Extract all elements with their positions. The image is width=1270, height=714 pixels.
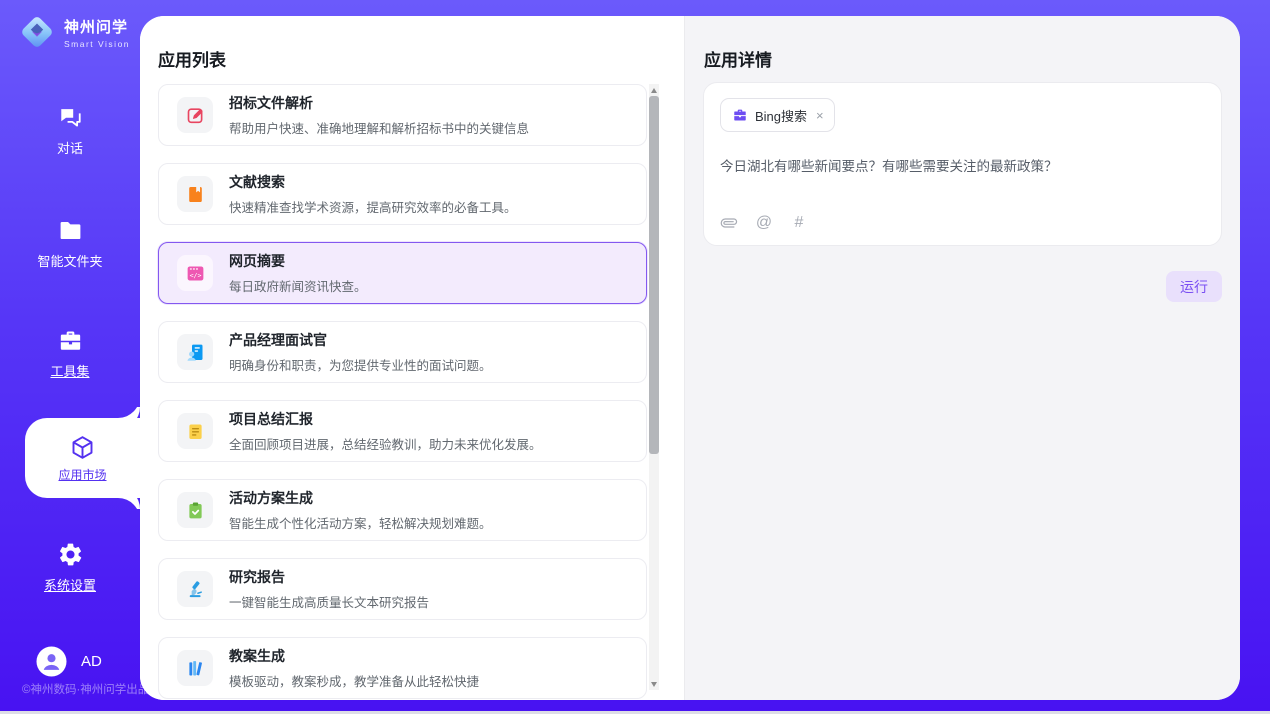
sidebar-item-label: 工具集 (50, 361, 89, 380)
scrollbar-track[interactable] (649, 84, 659, 690)
copyright-footer: ©神州数码·神州问学出品 (22, 681, 149, 697)
at-icon[interactable]: @ (755, 214, 773, 232)
cube-icon (69, 434, 96, 461)
user-avatar-icon (36, 646, 67, 677)
app-card-name: 研究报告 (229, 567, 429, 587)
app-card-desc: 一键智能生成高质量长文本研究报告 (229, 592, 429, 611)
sidebar-item-label: 智能文件夹 (37, 251, 102, 270)
app-card[interactable]: 教案生成 模板驱动，教案秒成，教学准备从此轻松快捷 (158, 637, 647, 699)
svg-text:</>: </> (189, 271, 201, 279)
app-card-desc: 明确身份和职责，为您提供专业性的面试问题。 (229, 355, 492, 374)
app-card-name: 文献搜索 (229, 172, 517, 192)
app-list: 招标文件解析 帮助用户快速、准确地理解和解析招标书中的关键信息 文献搜索 快速精… (158, 84, 647, 700)
app-card[interactable]: 文献搜索 快速精准查找学术资源，提高研究效率的必备工具。 (158, 163, 647, 225)
sidebar: 神州问学 Smart Vision 对话 智能文件夹 工具集 应用市场 系统设置… (0, 0, 140, 714)
brand-logo: 神州问学 Smart Vision (18, 13, 130, 51)
prompt-card: Bing搜索 × 今日湖北有哪些新闻要点？有哪些需要关注的最新政策？ @# (703, 82, 1222, 246)
briefcase-icon (732, 107, 748, 123)
app-card[interactable]: 产品经理面试官 明确身份和职责，为您提供专业性的面试问题。 (158, 321, 647, 383)
toolbox-icon (57, 327, 84, 354)
app-card-desc: 每日政府新闻资讯快查。 (229, 276, 367, 295)
clipboard-check-icon (177, 492, 213, 528)
app-detail-title: 应用详情 (704, 46, 772, 71)
scroll-up-arrow-icon[interactable] (649, 84, 659, 96)
pen-square-icon (177, 97, 213, 133)
app-detail-pane: 应用详情 Bing搜索 × 今日湖北有哪些新闻要点？有哪些需要关注的最新政策？ … (684, 16, 1240, 700)
microscope-icon (177, 571, 213, 607)
app-card-desc: 帮助用户快速、准确地理解和解析招标书中的关键信息 (229, 118, 529, 137)
sidebar-item-folder[interactable]: 智能文件夹 (0, 217, 140, 270)
tool-tag-bing-search[interactable]: Bing搜索 × (720, 98, 835, 132)
app-card-name: 项目总结汇报 (229, 409, 542, 429)
sidebar-item-label: 系统设置 (44, 575, 96, 594)
gear-icon (57, 541, 84, 568)
sidebar-item-gear[interactable]: 系统设置 (0, 541, 140, 594)
brand-tagline: Smart Vision (64, 39, 130, 49)
app-card-name: 产品经理面试官 (229, 330, 492, 350)
scrollbar-thumb[interactable] (649, 96, 659, 454)
app-card-name: 教案生成 (229, 646, 479, 666)
app-card-name: 活动方案生成 (229, 488, 492, 508)
app-card[interactable]: </> 网页摘要 每日政府新闻资讯快查。 (158, 242, 647, 304)
book-icon (177, 176, 213, 212)
scroll-down-arrow-icon[interactable] (649, 678, 659, 690)
app-list-pane: 应用列表 招标文件解析 帮助用户快速、准确地理解和解析招标书中的关键信息 文献搜… (140, 16, 684, 700)
sidebar-item-chat[interactable]: 对话 (0, 104, 140, 157)
app-card[interactable]: 活动方案生成 智能生成个性化活动方案，轻松解决规划难题。 (158, 479, 647, 541)
tag-close-icon[interactable]: × (816, 109, 824, 122)
folder-icon (57, 217, 84, 244)
sidebar-item-cube[interactable]: 应用市场 (25, 418, 140, 498)
app-card-desc: 智能生成个性化活动方案，轻松解决规划难题。 (229, 513, 492, 532)
main-content: 应用列表 招标文件解析 帮助用户快速、准确地理解和解析招标书中的关键信息 文献搜… (140, 16, 1240, 700)
books-icon (177, 650, 213, 686)
gem-logo-icon (18, 13, 56, 51)
app-card[interactable]: 招标文件解析 帮助用户快速、准确地理解和解析招标书中的关键信息 (158, 84, 647, 146)
run-button[interactable]: 运行 (1166, 271, 1222, 302)
app-card[interactable]: 研究报告 一键智能生成高质量长文本研究报告 (158, 558, 647, 620)
note-icon (177, 413, 213, 449)
sidebar-item-label: 应用市场 (58, 466, 106, 483)
browser-code-icon: </> (177, 255, 213, 291)
prompt-input[interactable]: 今日湖北有哪些新闻要点？有哪些需要关注的最新政策？ (720, 157, 1205, 177)
paperclip-icon[interactable] (720, 214, 738, 232)
chat-icon (57, 104, 84, 131)
sidebar-item-label: 对话 (57, 138, 83, 157)
app-card-desc: 快速精准查找学术资源，提高研究效率的必备工具。 (229, 197, 517, 216)
sidebar-item-toolbox[interactable]: 工具集 (0, 327, 140, 380)
app-card[interactable]: 项目总结汇报 全面回顾项目进展，总结经验教训，助力未来优化发展。 (158, 400, 647, 462)
user-menu[interactable]: AD (36, 646, 102, 677)
resume-person-icon (177, 334, 213, 370)
app-card-name: 网页摘要 (229, 251, 367, 271)
brand-name: 神州问学 (64, 16, 130, 37)
app-card-name: 招标文件解析 (229, 93, 529, 113)
tool-tag-label: Bing搜索 (755, 106, 807, 125)
app-card-desc: 模板驱动，教案秒成，教学准备从此轻松快捷 (229, 671, 479, 690)
app-card-desc: 全面回顾项目进展，总结经验教训，助力未来优化发展。 (229, 434, 542, 453)
hash-icon[interactable]: # (790, 214, 808, 232)
app-list-title: 应用列表 (158, 46, 226, 71)
input-toolbar: @# (720, 214, 1205, 232)
user-name: AD (81, 653, 102, 670)
